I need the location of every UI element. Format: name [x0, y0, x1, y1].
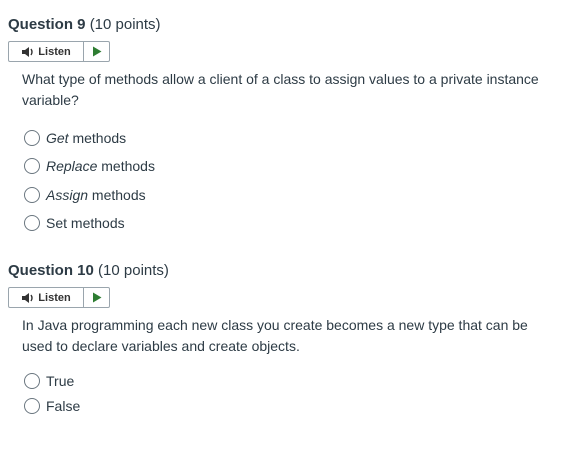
question-9-text: What type of methods allow a client of a… — [22, 71, 539, 108]
radio-button[interactable] — [24, 158, 40, 174]
option-label: Set methods — [46, 215, 125, 231]
radio-button[interactable] — [24, 130, 40, 146]
play-icon — [92, 292, 101, 303]
listen-widget: Listen — [8, 287, 110, 308]
answer-option-true[interactable]: True — [24, 373, 74, 389]
answer-option-replace[interactable]: Replace methods — [24, 158, 155, 174]
option-label: Get methods — [46, 130, 127, 146]
answer-option-set[interactable]: Set methods — [24, 215, 125, 231]
listen-label: Listen — [38, 45, 71, 58]
question-9-header: Question 9 (10 points) — [8, 16, 161, 33]
answer-option-get[interactable]: Get methods — [24, 130, 126, 146]
question-title: Question 9 — [8, 16, 86, 33]
radio-button[interactable] — [24, 373, 40, 389]
question-10-header: Question 10 (10 points) — [8, 262, 169, 279]
listen-button[interactable]: Listen — [9, 42, 84, 61]
option-label: Replace methods — [46, 158, 155, 174]
answer-option-false[interactable]: False — [24, 398, 80, 414]
option-label: Assign methods — [46, 187, 146, 203]
speaker-icon — [22, 46, 33, 57]
radio-button[interactable] — [24, 187, 40, 203]
radio-button[interactable] — [24, 398, 40, 414]
option-label: False — [46, 398, 81, 414]
option-label: True — [46, 373, 75, 389]
play-button[interactable] — [84, 288, 109, 307]
question-points: (10 points) — [98, 262, 169, 279]
listen-widget: Listen — [8, 41, 110, 62]
speaker-icon — [22, 292, 33, 303]
play-icon — [92, 46, 101, 57]
question-10-text: In Java programming each new class you c… — [22, 317, 528, 354]
listen-label: Listen — [38, 291, 71, 304]
radio-button[interactable] — [24, 215, 40, 231]
answer-option-assign[interactable]: Assign methods — [24, 187, 146, 203]
question-title: Question 10 — [8, 262, 94, 279]
play-button[interactable] — [84, 42, 109, 61]
listen-button[interactable]: Listen — [9, 288, 84, 307]
question-points: (10 points) — [89, 16, 161, 33]
